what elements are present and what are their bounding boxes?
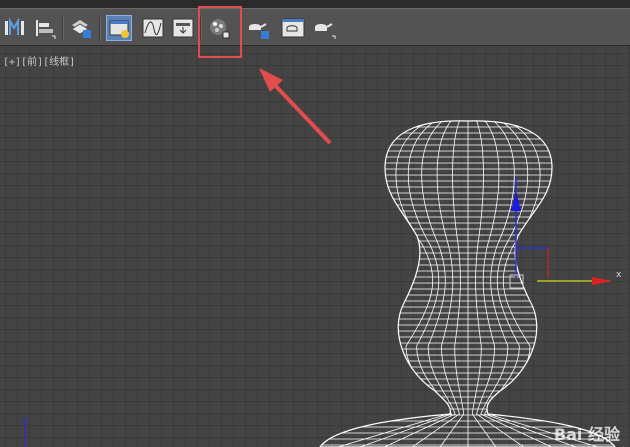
mirror-icon: [5, 17, 24, 35]
wireframe-vase: x: [22, 120, 622, 447]
layer-manager-icon: [71, 20, 91, 38]
render-production-button[interactable]: [312, 15, 338, 41]
wire-meridian: [480, 120, 552, 447]
render-setup-icon: [249, 23, 269, 39]
watermark: Bai 经验: [553, 425, 620, 444]
wire-meridian: [384, 120, 456, 447]
axis-triad: [22, 416, 28, 447]
wire-meridian: [337, 120, 449, 447]
curve-editor-button[interactable]: [140, 15, 166, 41]
render-setup-button[interactable]: [246, 15, 272, 41]
schematic-view-button[interactable]: [170, 15, 196, 41]
curve-editor-icon: [142, 18, 164, 38]
wire-meridian: [487, 120, 599, 447]
main-toolbar: [0, 8, 630, 46]
x-axis-label: x: [616, 270, 622, 280]
schematic-view-icon: [172, 18, 194, 38]
rendered-frame-window-icon: [281, 18, 305, 38]
title-strip: [0, 0, 630, 8]
scene-explorer-button[interactable]: [106, 15, 132, 41]
mirror-button[interactable]: [2, 15, 28, 41]
highlight-box: [198, 6, 242, 58]
align-button[interactable]: [32, 15, 58, 41]
layer-manager-button[interactable]: [68, 15, 94, 41]
wire-meridian: [360, 120, 452, 447]
rendered-frame-window-button[interactable]: [280, 15, 306, 41]
wire-meridian: [484, 120, 576, 447]
render-production-icon: [315, 23, 336, 39]
front-viewport[interactable]: [+][前][线框] x Bai 经验: [0, 46, 630, 447]
transform-gizmo[interactable]: x: [509, 178, 622, 289]
scene-explorer-icon: [109, 20, 129, 38]
align-icon: [36, 20, 56, 39]
wire-meridian: [439, 120, 465, 447]
